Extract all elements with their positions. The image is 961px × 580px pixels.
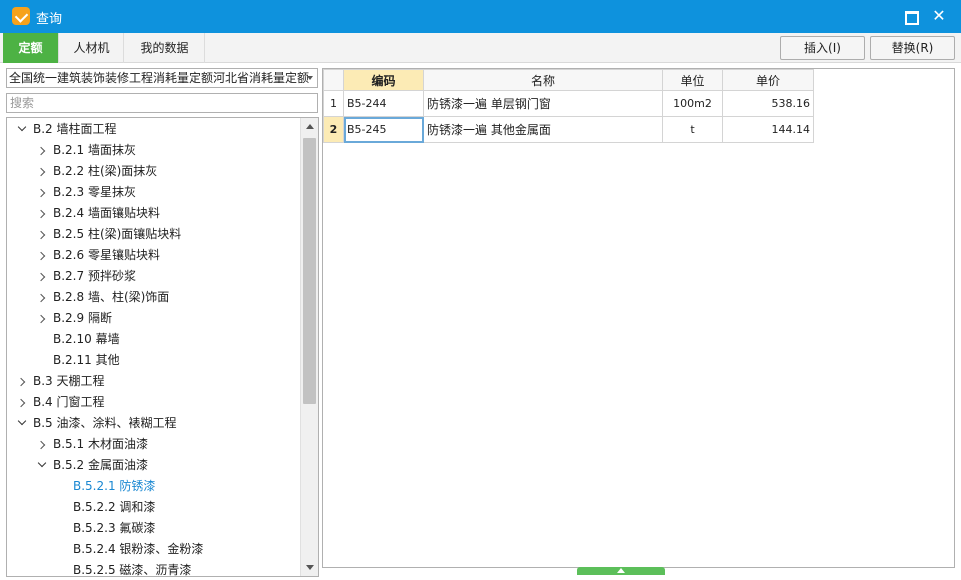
tree-item-label: B.5.2.3 氟碳漆 xyxy=(73,521,156,535)
cell-code[interactable]: B5-244 xyxy=(343,90,424,117)
tree-item[interactable]: B.3 天棚工程 xyxy=(15,371,105,392)
tree-item[interactable]: B.5.1 木材面油漆 xyxy=(35,434,148,455)
tree-item-label: B.2.6 零星镶贴块料 xyxy=(53,248,160,262)
tree-item[interactable]: B.2.11 其他 xyxy=(35,350,120,371)
tree-item[interactable]: B.2.9 隔断 xyxy=(35,308,112,329)
chevron-right-icon[interactable] xyxy=(35,184,49,205)
tree-item-label: B.2.4 墙面镶贴块料 xyxy=(53,206,160,220)
chevron-down-icon[interactable] xyxy=(15,415,29,436)
title-bar: 查询 ✕ xyxy=(0,0,961,33)
tree-item-label: B.2.3 零星抹灰 xyxy=(53,185,136,199)
quota-tree: B.2 墙柱面工程 B.2.1 墙面抹灰 B.2.2 柱(梁)面抹灰 B.2.3 零星… xyxy=(6,117,319,577)
chevron-down-icon[interactable] xyxy=(307,76,313,80)
column-header-price[interactable]: 单价 xyxy=(722,69,814,91)
replace-button[interactable]: 替换(R) xyxy=(870,36,955,60)
tree-item[interactable]: B.2.5 柱(梁)面镶贴块料 xyxy=(35,224,181,245)
tree-item-label: B.2.2 柱(梁)面抹灰 xyxy=(53,164,158,178)
chevron-down-icon[interactable] xyxy=(15,121,29,142)
chevron-right-icon[interactable] xyxy=(35,289,49,310)
tab-quota[interactable]: 定额 xyxy=(3,33,59,63)
tree-item[interactable]: B.2.1 墙面抹灰 xyxy=(35,140,136,161)
tree-item-label: B.3 天棚工程 xyxy=(33,374,105,388)
quota-table: 编码 名称 单位 单价 1 B5-244 防锈漆一遍 单层钢门窗 100m2 5… xyxy=(323,69,814,143)
window-title: 查询 xyxy=(36,12,63,27)
chevron-right-icon[interactable] xyxy=(35,310,49,331)
tree-scrollbar[interactable] xyxy=(300,118,318,576)
tree-item[interactable]: B.2.8 墙、柱(梁)饰面 xyxy=(35,287,169,308)
tree-item-label: B.5.2.5 磁漆、沥青漆 xyxy=(73,563,192,577)
tree-item[interactable]: B.2.10 幕墙 xyxy=(35,329,120,350)
tree-item[interactable]: B.5.2.1 防锈漆 xyxy=(69,476,155,497)
cell-price[interactable]: 144.14 xyxy=(722,116,814,143)
tree-item-label: B.2.10 幕墙 xyxy=(53,332,120,346)
tree-item[interactable]: B.4 门窗工程 xyxy=(15,392,105,413)
insert-button[interactable]: 插入(I) xyxy=(780,36,865,60)
scrollbar-thumb[interactable] xyxy=(303,138,316,404)
tree-item-label: B.2.9 隔断 xyxy=(53,311,112,325)
column-header-code[interactable]: 编码 xyxy=(343,69,424,91)
tree-item[interactable]: B.5.2.2 调和漆 xyxy=(69,497,155,518)
quota-library-value: 全国统一建筑装饰装修工程消耗量定额河北省消耗量定额 xyxy=(9,71,310,85)
table-row[interactable]: 2 B5-245 防锈漆一遍 其他金属面 t 144.14 xyxy=(323,116,814,143)
tab-labor-material-machine[interactable]: 人材机 xyxy=(60,33,124,63)
tree-item[interactable]: B.5 油漆、涂料、裱糊工程 xyxy=(15,413,177,434)
tree-item-label: B.4 门窗工程 xyxy=(33,395,105,409)
row-number: 2 xyxy=(323,116,344,143)
tree-item-label: B.2.7 预拌砂浆 xyxy=(53,269,136,283)
cell-code[interactable]: B5-245 xyxy=(343,116,424,143)
cell-unit[interactable]: t xyxy=(662,116,723,143)
table-row[interactable]: 1 B5-244 防锈漆一遍 单层钢门窗 100m2 538.16 xyxy=(323,90,814,117)
tree-item[interactable]: B.2.4 墙面镶贴块料 xyxy=(35,203,160,224)
chevron-right-icon[interactable] xyxy=(15,394,29,415)
tree-item-label: B.2.8 墙、柱(梁)饰面 xyxy=(53,290,170,304)
scroll-down-icon[interactable] xyxy=(301,559,318,576)
chevron-right-icon[interactable] xyxy=(35,247,49,268)
tab-my-data[interactable]: 我的数据 xyxy=(125,33,205,63)
chevron-right-icon[interactable] xyxy=(35,205,49,226)
chevron-right-icon[interactable] xyxy=(35,436,49,457)
tree-item-label: B.5.1 木材面油漆 xyxy=(53,437,148,451)
chevron-right-icon[interactable] xyxy=(35,226,49,247)
column-header-unit[interactable]: 单位 xyxy=(662,69,723,91)
tree-item-label: B.5.2.4 银粉漆、金粉漆 xyxy=(73,542,204,556)
tree-item[interactable]: B.2.7 预拌砂浆 xyxy=(35,266,136,287)
quota-library-select[interactable]: 全国统一建筑装饰装修工程消耗量定额河北省消耗量定额 xyxy=(6,68,318,88)
tree-item[interactable]: B.5.2 金属面油漆 xyxy=(35,455,148,476)
chevron-right-icon[interactable] xyxy=(35,163,49,184)
tree-item[interactable]: B.2.6 零星镶贴块料 xyxy=(35,245,160,266)
tree-item-label: B.5.2 金属面油漆 xyxy=(53,458,148,472)
chevron-right-icon[interactable] xyxy=(35,268,49,289)
scroll-up-icon[interactable] xyxy=(301,118,318,135)
chevron-right-icon[interactable] xyxy=(15,373,29,394)
cell-name[interactable]: 防锈漆一遍 单层钢门窗 xyxy=(423,90,663,117)
close-icon[interactable]: ✕ xyxy=(928,6,950,26)
tree-item-label: B.2 墙柱面工程 xyxy=(33,122,117,136)
tree-item-label: B.5 油漆、涂料、裱糊工程 xyxy=(33,416,177,430)
tree-item-label: B.2.5 柱(梁)面镶贴块料 xyxy=(53,227,182,241)
tree-item[interactable]: B.5.2.4 银粉漆、金粉漆 xyxy=(69,539,203,560)
panel-expand-handle[interactable] xyxy=(577,567,665,575)
tree-item-label: B.5.2.2 调和漆 xyxy=(73,500,156,514)
app-logo-icon xyxy=(12,7,30,25)
column-header-name[interactable]: 名称 xyxy=(423,69,663,91)
tree-item-label: B.2.11 其他 xyxy=(53,353,120,367)
tree-item-label: B.2.1 墙面抹灰 xyxy=(53,143,136,157)
cell-price[interactable]: 538.16 xyxy=(722,90,814,117)
tree-item[interactable]: B.5.2.3 氟碳漆 xyxy=(69,518,155,539)
cell-unit[interactable]: 100m2 xyxy=(662,90,723,117)
result-grid: 编码 名称 单位 单价 1 B5-244 防锈漆一遍 单层钢门窗 100m2 5… xyxy=(322,68,955,568)
tree-item[interactable]: B.2.2 柱(梁)面抹灰 xyxy=(35,161,157,182)
search-input[interactable] xyxy=(6,93,318,113)
tree-item[interactable]: B.2 墙柱面工程 xyxy=(15,119,117,140)
tree-item[interactable]: B.5.2.5 磁漆、沥青漆 xyxy=(69,560,192,577)
chevron-right-icon[interactable] xyxy=(35,142,49,163)
row-number: 1 xyxy=(323,90,344,117)
row-number-header xyxy=(323,69,344,91)
chevron-down-icon[interactable] xyxy=(35,457,49,478)
tree-item-label: B.5.2.1 防锈漆 xyxy=(73,479,156,493)
tree-item[interactable]: B.2.3 零星抹灰 xyxy=(35,182,136,203)
maximize-icon[interactable] xyxy=(899,6,921,26)
cell-name[interactable]: 防锈漆一遍 其他金属面 xyxy=(423,116,663,143)
